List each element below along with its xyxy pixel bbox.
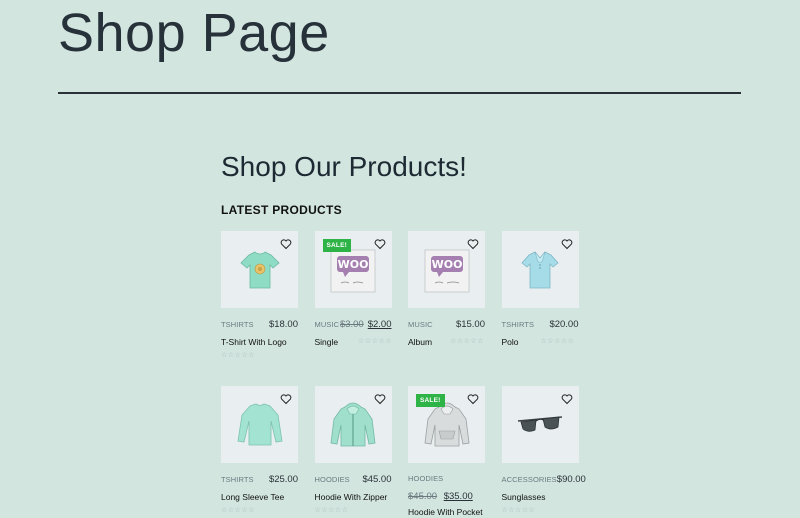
product-price-group: $3.00 $2.00 — [340, 319, 392, 330]
wishlist-heart-icon[interactable] — [561, 392, 573, 405]
product-card[interactable]: ACCESSORIES $90.00 Sunglasses ☆☆☆☆☆ — [501, 386, 586, 518]
product-old-price: $45.00 — [408, 491, 438, 502]
product-old-price: $3.00 — [339, 319, 364, 330]
product-image[interactable] — [221, 386, 298, 463]
product-category[interactable]: HOODIES — [315, 475, 350, 484]
svg-text:WOO: WOO — [338, 258, 369, 271]
product-category[interactable]: MUSIC — [315, 320, 340, 329]
product-card[interactable]: WOO MUSIC $15.00 Album ☆☆☆☆☆ — [408, 231, 485, 386]
product-name[interactable]: Sunglasses — [502, 492, 546, 502]
product-price: $18.00 — [268, 319, 298, 330]
product-image[interactable] — [221, 231, 298, 308]
wishlist-heart-icon[interactable] — [280, 392, 292, 405]
product-category[interactable]: ACCESSORIES — [502, 475, 557, 484]
rating-stars-icon: ☆☆☆☆☆ — [314, 507, 349, 514]
product-name[interactable]: Single — [315, 337, 339, 347]
product-price: $90.00 — [556, 474, 586, 485]
rating-stars-icon: ☆☆☆☆☆ — [221, 352, 255, 359]
product-name[interactable]: Hoodie With Zipper — [315, 492, 388, 502]
product-price: $25.00 — [268, 474, 298, 485]
product-image[interactable] — [501, 231, 579, 308]
product-name[interactable]: Hoodie With Pocket — [408, 507, 483, 517]
rating-stars-icon: ☆☆☆☆☆ — [540, 338, 575, 345]
page-title: Shop Page — [58, 3, 330, 63]
product-image[interactable] — [314, 386, 392, 463]
product-name[interactable]: T-Shirt With Logo — [221, 337, 287, 347]
product-card[interactable]: SALE! HOODIES $45.00 $35.00 Hoodie With … — [408, 386, 485, 518]
sale-badge: SALE! — [322, 239, 351, 252]
shop-page: Shop Page Shop Our Products! LATEST PROD… — [0, 0, 800, 518]
product-image[interactable] — [501, 386, 579, 463]
product-image[interactable]: WOO SALE! — [314, 231, 392, 308]
product-category[interactable]: HOODIES — [408, 474, 443, 483]
product-price: $15.00 — [455, 319, 485, 330]
tshirt-logo-icon — [239, 251, 280, 288]
wishlist-heart-icon[interactable] — [280, 237, 292, 250]
product-image[interactable]: SALE! — [408, 386, 485, 463]
product-card[interactable]: TSHIRTS $25.00 Long Sleeve Tee ☆☆☆☆☆ — [221, 386, 298, 518]
product-grid: TSHIRTS $18.00 T-Shirt With Logo ☆☆☆☆☆ W… — [221, 231, 591, 518]
polo-icon — [521, 251, 559, 288]
rating-stars-icon: ☆☆☆☆☆ — [501, 507, 536, 514]
product-category[interactable]: TSHIRTS — [221, 320, 254, 329]
product-price: $45.00 — [362, 474, 392, 485]
product-image[interactable]: WOO — [408, 231, 485, 308]
product-card[interactable]: TSHIRTS $18.00 T-Shirt With Logo ☆☆☆☆☆ — [221, 231, 298, 386]
product-card[interactable]: TSHIRTS $20.00 Polo ☆☆☆☆☆ — [501, 231, 579, 386]
product-category[interactable]: MUSIC — [408, 320, 433, 329]
title-divider — [58, 92, 741, 94]
svg-text:WOO: WOO — [431, 258, 462, 271]
wishlist-heart-icon[interactable] — [467, 392, 479, 405]
product-price: $2.00 — [367, 319, 392, 330]
product-category[interactable]: TSHIRTS — [221, 475, 254, 484]
product-category[interactable]: TSHIRTS — [502, 320, 535, 329]
product-price: $35.00 — [443, 491, 473, 502]
product-card[interactable]: WOO SALE! MUSIC $3.00 $2.00 Single ☆☆☆☆☆ — [314, 231, 393, 386]
latest-products-label: LATEST PRODUCTS — [221, 203, 342, 217]
wishlist-heart-icon[interactable] — [374, 392, 386, 405]
product-name[interactable]: Long Sleeve Tee — [221, 492, 284, 502]
wishlist-heart-icon[interactable] — [374, 237, 386, 250]
product-name[interactable]: Album — [408, 337, 432, 347]
product-name[interactable]: Polo — [502, 337, 519, 347]
product-card[interactable]: HOODIES $45.00 Hoodie With Zipper ☆☆☆☆☆ — [314, 386, 392, 518]
section-heading: Shop Our Products! — [221, 151, 467, 182]
sale-badge: SALE! — [416, 394, 445, 407]
wishlist-heart-icon[interactable] — [561, 237, 573, 250]
product-price: $20.00 — [549, 319, 579, 330]
rating-stars-icon: ☆☆☆☆☆ — [221, 507, 255, 514]
rating-stars-icon: ☆☆☆☆☆ — [450, 338, 484, 345]
rating-stars-icon: ☆☆☆☆☆ — [358, 338, 393, 345]
wishlist-heart-icon[interactable] — [467, 237, 479, 250]
